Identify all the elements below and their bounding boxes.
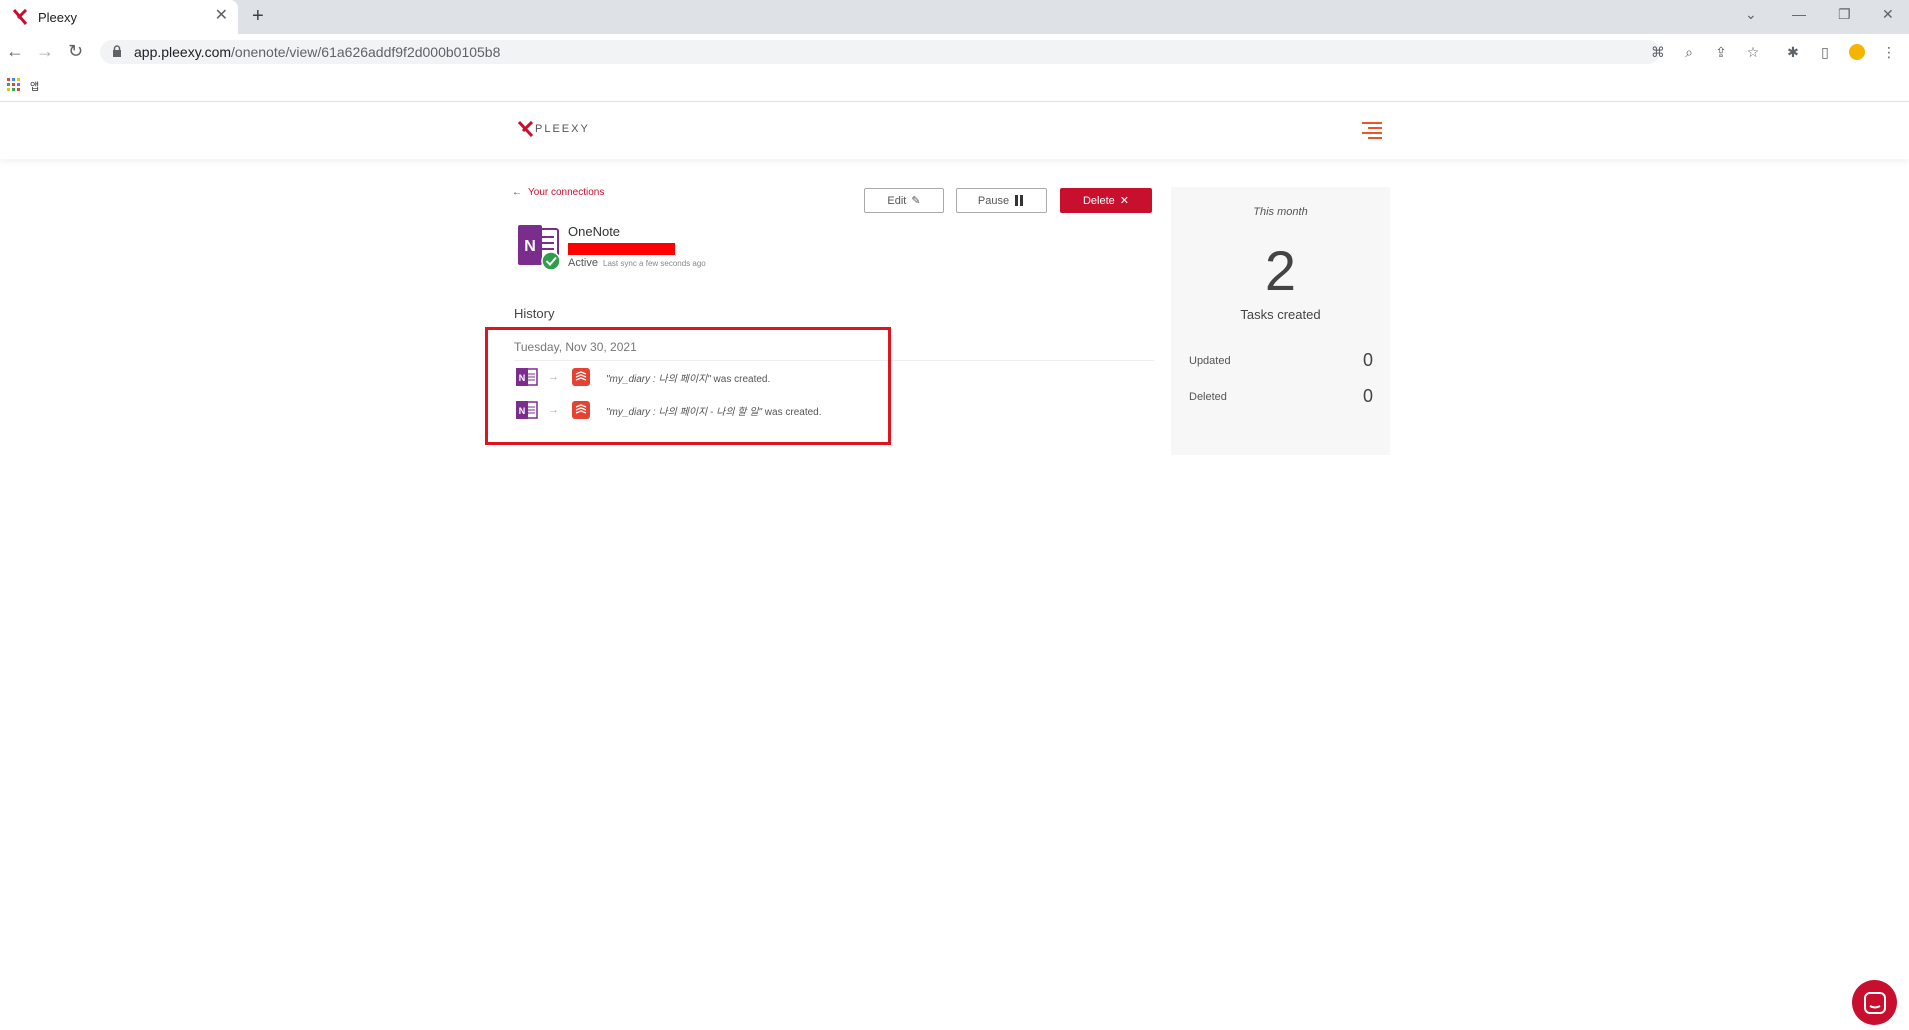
lock-icon <box>113 45 121 57</box>
new-tab-icon[interactable]: + <box>252 6 264 26</box>
stats-panel: This month 2 Tasks created Updated 0 Del… <box>1171 187 1390 455</box>
updated-value: 0 <box>1362 350 1373 370</box>
connection-status: Active Last sync a few seconds ago <box>568 257 706 269</box>
translate-icon[interactable]: ⌘ <box>1650 44 1666 60</box>
pencil-icon: ✎ <box>911 195 921 207</box>
updated-label: Updated <box>1189 354 1231 367</box>
onenote-app-icon: N <box>518 225 560 270</box>
svg-text:N: N <box>524 238 536 255</box>
pleexy-logo[interactable]: PLEEXY <box>518 121 590 137</box>
side-panel-icon[interactable]: ▯ <box>1817 44 1833 60</box>
your-connections-link[interactable]: ← Your connections <box>512 187 604 198</box>
close-icon: ✕ <box>1119 195 1129 207</box>
menu-dots-icon[interactable]: ⋮ <box>1881 44 1897 60</box>
edit-button[interactable]: Edit ✎ <box>864 188 944 213</box>
chat-icon <box>1863 991 1886 1014</box>
logo-x-icon <box>518 121 533 137</box>
tasks-created-label: Tasks created <box>1240 307 1321 322</box>
browser-tab[interactable]: Pleexy ✕ <box>0 0 238 34</box>
connection-name: OneNote <box>568 224 621 239</box>
stats-deleted-row: Deleted 0 <box>1189 386 1373 407</box>
bookmarks-bar: 앱 <box>0 70 1909 102</box>
redacted-account <box>568 243 675 255</box>
annotation-highlight-box <box>485 327 891 445</box>
stats-period: This month <box>1253 206 1308 218</box>
site-header <box>0 103 1909 159</box>
browser-tab-strip: Pleexy ✕ + ⌄ — ❐ ✕ <box>0 0 1909 34</box>
extensions-icon[interactable]: ✱ <box>1785 44 1801 60</box>
apps-grid-icon[interactable] <box>7 78 21 92</box>
minimize-icon[interactable]: — <box>1792 6 1806 22</box>
url-text[interactable]: app.pleexy.com/onenote/view/61a626addf9f… <box>134 44 500 60</box>
arrow-left-icon: ← <box>512 187 522 198</box>
delete-button[interactable]: Delete ✕ <box>1060 188 1152 213</box>
deleted-value: 0 <box>1362 386 1373 406</box>
reload-icon[interactable]: ↻ <box>68 42 83 60</box>
forward-icon[interactable]: → <box>36 42 54 60</box>
window-close-icon[interactable]: ✕ <box>1882 6 1894 23</box>
chat-launcher-button[interactable] <box>1852 980 1897 1025</box>
bookmark-star-icon[interactable]: ☆ <box>1745 44 1761 60</box>
pause-icon <box>1015 195 1025 206</box>
tasks-created-count: 2 <box>1264 239 1297 302</box>
tab-title: Pleexy <box>38 9 78 25</box>
zoom-icon[interactable]: ⌕ <box>1681 44 1697 60</box>
history-heading: History <box>514 306 555 321</box>
pleexy-favicon-icon <box>12 9 28 25</box>
deleted-label: Deleted <box>1189 390 1227 403</box>
restore-icon[interactable]: ❐ <box>1838 6 1851 23</box>
pause-button[interactable]: Pause <box>956 188 1047 213</box>
tab-close-icon[interactable]: ✕ <box>215 8 228 24</box>
back-icon[interactable]: ← <box>6 42 24 60</box>
bookmark-apps-label[interactable]: 앱 <box>30 78 39 93</box>
profile-avatar[interactable] <box>1849 44 1865 60</box>
status-label: Active <box>568 257 598 269</box>
share-icon[interactable]: ⇪ <box>1713 44 1729 60</box>
tab-search-icon[interactable]: ⌄ <box>1745 6 1757 23</box>
last-sync-text: Last sync a few seconds ago <box>603 259 706 268</box>
stats-updated-row: Updated 0 <box>1189 350 1373 371</box>
hamburger-menu-icon[interactable] <box>1362 122 1382 139</box>
